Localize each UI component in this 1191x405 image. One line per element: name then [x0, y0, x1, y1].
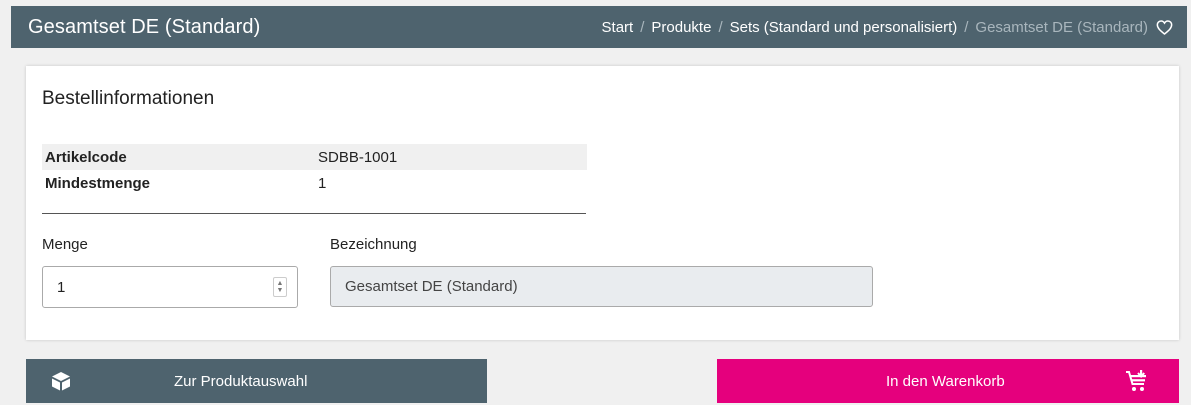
order-info-heading: Bestellinformationen	[42, 88, 215, 109]
name-label: Bezeichnung	[330, 236, 417, 253]
chevron-down-icon[interactable]: ▼	[277, 287, 284, 294]
cart-add-icon	[1125, 369, 1149, 397]
breadcrumb-separator: /	[718, 18, 723, 36]
name-field: Gesamtset DE (Standard)	[330, 266, 873, 307]
min-quantity-value: 1	[318, 174, 327, 192]
order-info-card: Bestellinformationen Artikelcode SDBB-10…	[26, 66, 1179, 340]
divider	[42, 213, 586, 214]
quantity-label: Menge	[42, 236, 88, 253]
box-icon	[51, 371, 71, 395]
breadcrumb: Start / Produkte / Sets (Standard und pe…	[602, 19, 1173, 36]
back-to-products-button[interactable]: Zur Produktauswahl	[26, 359, 487, 403]
add-to-cart-button[interactable]: In den Warenkorb	[717, 359, 1179, 403]
breadcrumb-sets[interactable]: Sets (Standard und personalisiert)	[730, 19, 958, 36]
breadcrumb-start[interactable]: Start	[602, 19, 634, 36]
breadcrumb-separator: /	[964, 18, 969, 36]
name-value: Gesamtset DE (Standard)	[345, 278, 518, 295]
back-button-label: Zur Produktauswahl	[174, 372, 308, 390]
page-title: Gesamtset DE (Standard)	[28, 15, 261, 38]
min-quantity-label: Mindestmenge	[45, 174, 151, 192]
page-header: Gesamtset DE (Standard) Start / Produkte…	[11, 6, 1187, 48]
breadcrumb-produkte[interactable]: Produkte	[651, 19, 711, 36]
chevron-up-icon[interactable]: ▲	[277, 280, 284, 287]
article-code-value: SDBB-1001	[315, 144, 587, 170]
breadcrumb-current: Gesamtset DE (Standard)	[975, 18, 1148, 36]
cart-button-label: In den Warenkorb	[886, 372, 1005, 390]
table-row: Mindestmenge 1	[42, 170, 587, 196]
heart-outline-icon[interactable]	[1156, 19, 1173, 35]
quantity-stepper[interactable]: ▲ ▼	[273, 277, 287, 297]
breadcrumb-separator: /	[640, 18, 645, 36]
quantity-input[interactable]: 1 ▲ ▼	[42, 266, 298, 308]
table-row: Artikelcode SDBB-1001	[42, 144, 587, 170]
article-code-label: Artikelcode	[42, 144, 315, 170]
order-info-table: Artikelcode SDBB-1001 Mindestmenge 1	[42, 144, 587, 196]
quantity-value[interactable]: 1	[57, 279, 273, 296]
